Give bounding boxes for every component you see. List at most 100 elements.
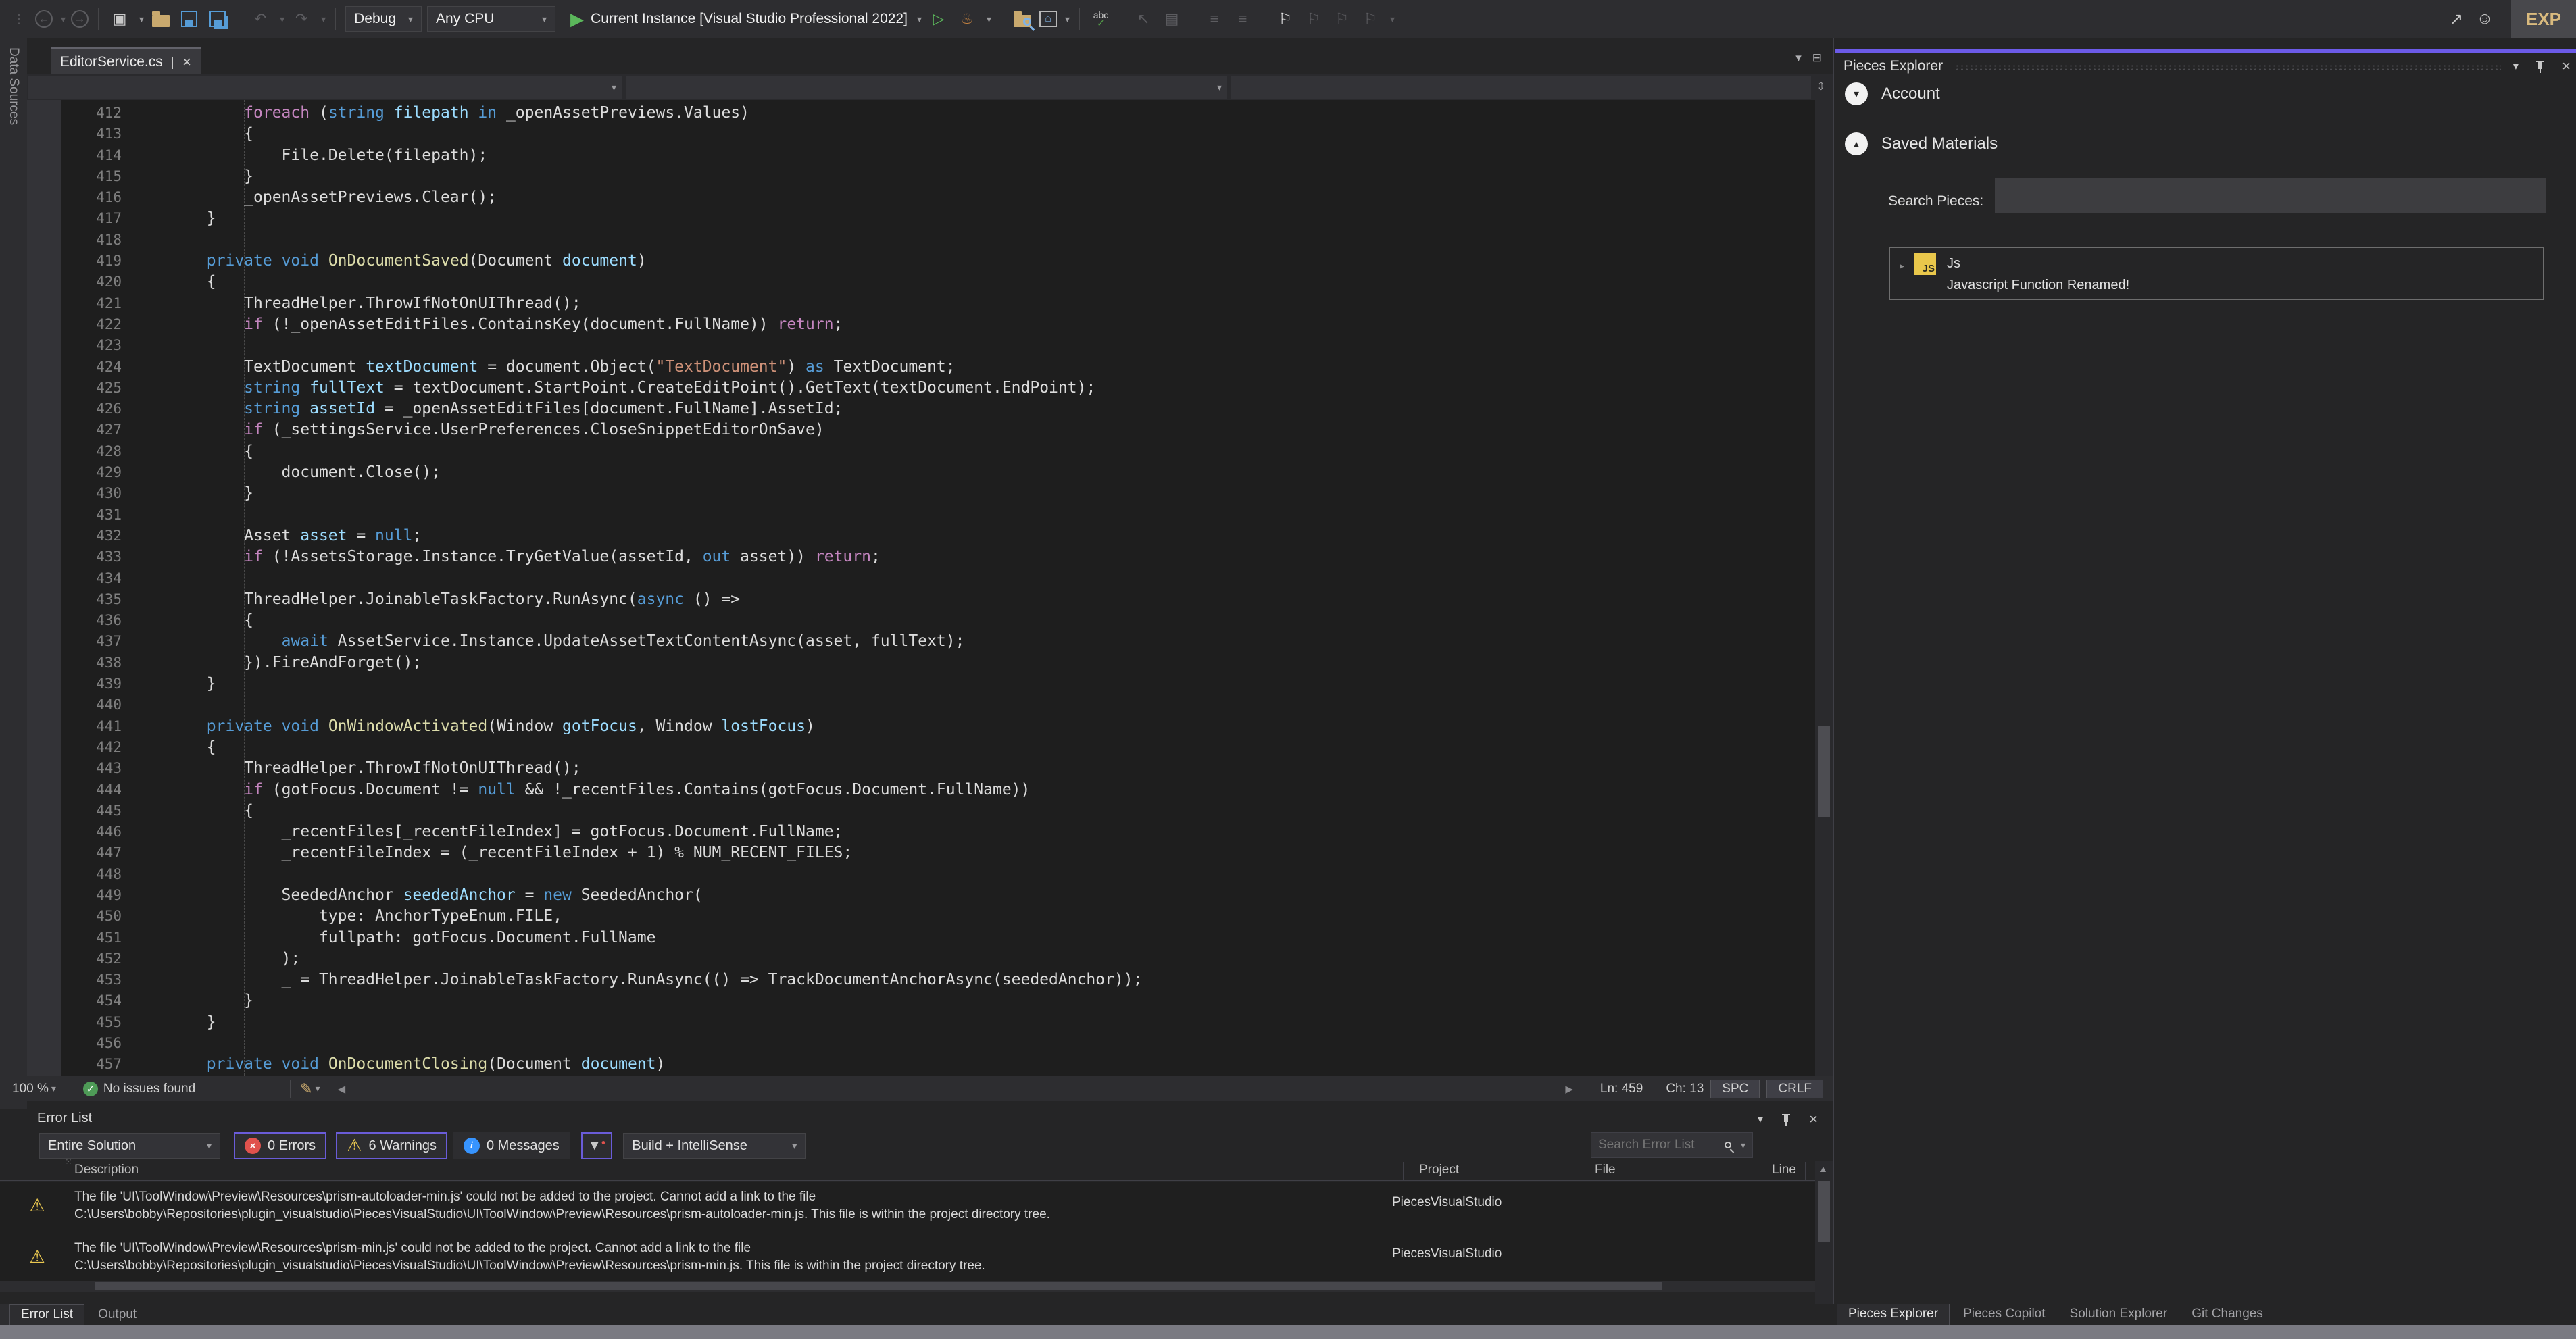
zoom-dropdown-icon[interactable]: ▾	[51, 1083, 56, 1094]
spaces-indicator[interactable]: SPC	[1710, 1080, 1760, 1098]
code-line[interactable]: 426 string assetId = _openAssetEditFiles…	[61, 399, 1804, 420]
column-file[interactable]: File	[1595, 1163, 1616, 1178]
column-project[interactable]: Project	[1419, 1163, 1459, 1178]
code-line[interactable]: 419 private void OnDocumentSaved(Documen…	[61, 251, 1804, 272]
code-line[interactable]: 418	[61, 230, 1804, 251]
new-project-icon[interactable]: ▣	[108, 7, 131, 30]
saved-material-item[interactable]: ▸ JS Js Javascript Function Renamed!	[1889, 247, 2544, 300]
bookmark-toggle-icon[interactable]: ⚐	[1274, 7, 1297, 30]
error-list-row[interactable]: ⚠The file 'UI\ToolWindow\Preview\Resourc…	[0, 1182, 1815, 1233]
open-file-icon[interactable]	[149, 7, 172, 30]
code-line[interactable]: 415 }	[61, 166, 1804, 187]
scrollbar-thumb[interactable]	[1818, 1181, 1830, 1242]
code-cleanup-icon[interactable]: ✎	[300, 1080, 312, 1098]
column-line[interactable]: Line	[1772, 1163, 1796, 1178]
tab-error-list[interactable]: Error List	[9, 1304, 84, 1325]
code-line[interactable]: 414 File.Delete(filepath);	[61, 145, 1804, 166]
code-line[interactable]: 417 }	[61, 208, 1804, 229]
hot-reload-icon[interactable]: ♨	[956, 7, 979, 30]
issues-status[interactable]: No issues found	[103, 1082, 195, 1096]
close-icon[interactable]: ×	[1809, 1111, 1818, 1128]
configuration-dropdown[interactable]: Debug ▾	[345, 6, 422, 32]
pieces-titlebar[interactable]: Pieces Explorer ▾ ×	[1843, 55, 2571, 77]
code-line[interactable]: 431	[61, 505, 1804, 526]
code-line[interactable]: 425 string fullText = textDocument.Start…	[61, 378, 1804, 399]
tab-solution-explorer[interactable]: Solution Explorer	[2059, 1303, 2179, 1325]
saved-materials-section-toggle[interactable]: ▴ Saved Materials	[1845, 132, 1998, 155]
scroll-right-icon[interactable]: ▶	[1565, 1083, 1573, 1095]
code-line[interactable]: 457 private void OnDocumentClosing(Docum…	[61, 1054, 1804, 1075]
code-line[interactable]: 430 }	[61, 483, 1804, 504]
scroll-up-icon[interactable]: ▲	[1818, 1163, 1828, 1174]
code-line[interactable]: 453 _ = ThreadHelper.JoinableTaskFactory…	[61, 969, 1804, 990]
search-icon[interactable]	[1725, 1142, 1731, 1148]
navigate-forward-icon[interactable]: →	[71, 10, 89, 28]
tab-pieces-copilot[interactable]: Pieces Copilot	[1952, 1303, 2056, 1325]
bookmark-clear-icon[interactable]: ⚐	[1359, 7, 1382, 30]
account-section-toggle[interactable]: ▾ Account	[1845, 82, 1940, 105]
close-icon[interactable]: ×	[2562, 57, 2571, 75]
code-line[interactable]: 439 }	[61, 674, 1804, 694]
undo-dropdown-icon[interactable]: ▾	[280, 14, 284, 25]
code-line[interactable]: 413 {	[61, 124, 1804, 145]
preview-window-icon[interactable]: ⌂	[1039, 11, 1057, 27]
code-line[interactable]: 416 _openAssetPreviews.Clear();	[61, 187, 1804, 208]
platform-dropdown[interactable]: Any CPU ▾	[427, 6, 555, 32]
pin-icon[interactable]	[1781, 1113, 1791, 1126]
share-icon[interactable]: ↗	[2445, 7, 2468, 30]
spell-check-icon[interactable]: abc✓	[1089, 7, 1112, 30]
filter-button[interactable]: ▼●	[581, 1132, 612, 1159]
find-in-files-icon[interactable]	[1011, 7, 1034, 30]
start-without-debugging-icon[interactable]: ▷	[927, 7, 950, 30]
scrollbar-thumb[interactable]	[95, 1282, 1662, 1290]
code-line[interactable]: 451 fullpath: gotFocus.Document.FullName	[61, 928, 1804, 949]
error-list-horizontal-scrollbar[interactable]	[0, 1281, 1815, 1292]
code-editor[interactable]: 412 foreach (string filepath in _openAss…	[27, 100, 1833, 1076]
scrollbar-thumb[interactable]	[1818, 726, 1830, 817]
navigate-back-icon[interactable]: ←	[35, 10, 53, 28]
undo-icon[interactable]: ↶	[249, 7, 272, 30]
float-window-icon[interactable]: ⊟	[1812, 51, 1822, 65]
save-all-icon[interactable]	[206, 7, 229, 30]
code-line[interactable]: 438 }).FireAndForget();	[61, 653, 1804, 674]
save-icon[interactable]	[178, 7, 201, 30]
code-line[interactable]: 447 _recentFileIndex = (_recentFileIndex…	[61, 842, 1804, 863]
window-list-icon[interactable]: ▾	[1795, 51, 1802, 65]
splitter-icon[interactable]: ⇕	[1816, 80, 1825, 93]
code-line[interactable]: 421 ThreadHelper.ThrowIfNotOnUIThread();	[61, 293, 1804, 314]
error-list-row[interactable]: ⚠The file 'UI\ToolWindow\Preview\Resourc…	[0, 1233, 1815, 1284]
messages-toggle-button[interactable]: i 0 Messages	[453, 1132, 570, 1159]
tab-editorservice[interactable]: EditorService.cs ×	[51, 47, 201, 74]
code-line[interactable]: 429 document.Close();	[61, 462, 1804, 483]
code-line[interactable]: 433 if (!AssetsStorage.Instance.TryGetVa…	[61, 547, 1804, 567]
line-ending-indicator[interactable]: CRLF	[1766, 1080, 1823, 1098]
scope-dropdown[interactable]: Entire Solution ▾	[39, 1133, 220, 1159]
bookmark-next-icon[interactable]: ⚐	[1331, 7, 1354, 30]
close-icon[interactable]: ×	[182, 53, 191, 71]
column-indicator[interactable]: Ch: 13	[1666, 1082, 1704, 1096]
feedback-icon[interactable]: ☺	[2473, 7, 2496, 30]
decrease-indent-icon[interactable]: ≡	[1203, 7, 1226, 30]
code-line[interactable]: 440	[61, 694, 1804, 715]
hot-reload-dropdown-icon[interactable]: ▾	[987, 14, 991, 25]
column-description[interactable]: Description	[74, 1163, 139, 1178]
error-search-input[interactable]	[1598, 1138, 1718, 1153]
code-line[interactable]: 449 SeededAnchor seededAnchor = new Seed…	[61, 885, 1804, 906]
scroll-left-icon[interactable]: ◀	[338, 1083, 346, 1095]
editor-vertical-scrollbar[interactable]	[1815, 100, 1833, 1076]
tab-output[interactable]: Output	[87, 1304, 147, 1325]
code-line[interactable]: 424 TextDocument textDocument = document…	[61, 357, 1804, 378]
clipboard-icon[interactable]: ▤	[1160, 7, 1183, 30]
bookmark-prev-icon[interactable]: ⚐	[1302, 7, 1325, 30]
chevron-down-icon[interactable]: ▾	[2513, 59, 2519, 73]
navigate-back-dropdown-icon[interactable]: ▾	[61, 14, 66, 25]
code-line[interactable]: 437 await AssetService.Instance.UpdateAs…	[61, 631, 1804, 652]
build-filter-dropdown[interactable]: Build + IntelliSense ▾	[623, 1133, 806, 1159]
code-line[interactable]: 445 {	[61, 801, 1804, 822]
tab-pieces-explorer[interactable]: Pieces Explorer	[1837, 1303, 1950, 1325]
code-line[interactable]: 456	[61, 1033, 1804, 1054]
expander-icon[interactable]: ▸	[1900, 260, 1904, 272]
code-cleanup-dropdown-icon[interactable]: ▾	[316, 1083, 320, 1094]
member-dropdown[interactable]	[1231, 76, 1811, 99]
start-debugging-button[interactable]: ▶ Current Instance [Visual Studio Profes…	[570, 9, 922, 30]
